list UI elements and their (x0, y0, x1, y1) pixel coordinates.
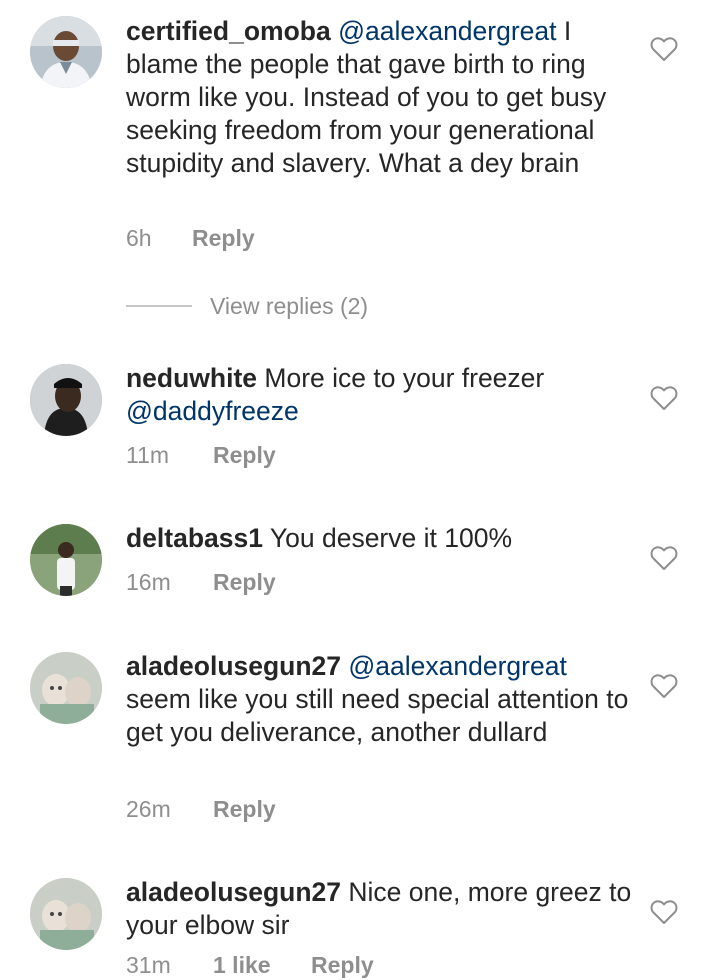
comment-meta: 26m Reply (126, 794, 276, 824)
comment-username[interactable]: deltabass1 (126, 523, 263, 553)
avatar[interactable] (30, 16, 102, 88)
comment-text: aladeolusegun27 Nice one, more greez to … (126, 876, 636, 942)
comment-username[interactable]: aladeolusegun27 (126, 877, 341, 907)
comment-username[interactable]: aladeolusegun27 (126, 651, 341, 681)
like-heart-icon[interactable] (650, 673, 678, 699)
comment-username[interactable]: certified_omoba (126, 16, 331, 46)
reply-button[interactable]: Reply (213, 440, 276, 470)
comment-time: 6h (126, 225, 152, 251)
comment-text: deltabass1 You deserve it 100% (126, 522, 636, 555)
comment-meta: 6h Reply (126, 223, 255, 253)
comment-body: More ice to your freezer (264, 363, 545, 393)
reply-button[interactable]: Reply (213, 567, 276, 597)
comment-body: You deserve it 100% (269, 523, 513, 553)
comment-meta: 16m Reply (126, 567, 276, 597)
like-heart-icon[interactable] (650, 545, 678, 571)
view-replies-divider (126, 305, 192, 307)
comment-time: 16m (126, 569, 171, 595)
comment-meta: 31m 1 like Reply (126, 950, 374, 980)
comment-text: neduwhite More ice to your freezer @dadd… (126, 362, 636, 428)
like-heart-icon[interactable] (650, 385, 678, 411)
comment-text: aladeolusegun27 @aalexandergreat seem li… (126, 650, 636, 749)
like-heart-icon[interactable] (650, 36, 678, 62)
avatar[interactable] (30, 652, 102, 724)
reply-button[interactable]: Reply (213, 794, 276, 824)
comment-mention[interactable]: @daddyfreeze (126, 396, 299, 426)
reply-button[interactable]: Reply (192, 223, 255, 253)
comment-body: seem like you still need special attenti… (126, 684, 629, 747)
comment-time: 26m (126, 796, 171, 822)
comment-mention[interactable]: @aalexandergreat (338, 16, 556, 46)
likes-count[interactable]: 1 like (213, 950, 311, 980)
comment-mention[interactable]: @aalexandergreat (348, 651, 566, 681)
comment-time: 11m (126, 442, 170, 468)
like-heart-icon[interactable] (650, 899, 678, 925)
avatar[interactable] (30, 524, 102, 596)
avatar[interactable] (30, 878, 102, 950)
comment-text: certified_omoba @aalexandergreat I blame… (126, 15, 636, 180)
avatar[interactable] (30, 364, 102, 436)
view-replies-label[interactable]: View replies (2) (210, 290, 368, 322)
comment-time: 31m (126, 952, 171, 978)
comment-username[interactable]: neduwhite (126, 363, 257, 393)
comment-meta: 11m Reply (126, 440, 276, 470)
reply-button[interactable]: Reply (311, 950, 374, 980)
